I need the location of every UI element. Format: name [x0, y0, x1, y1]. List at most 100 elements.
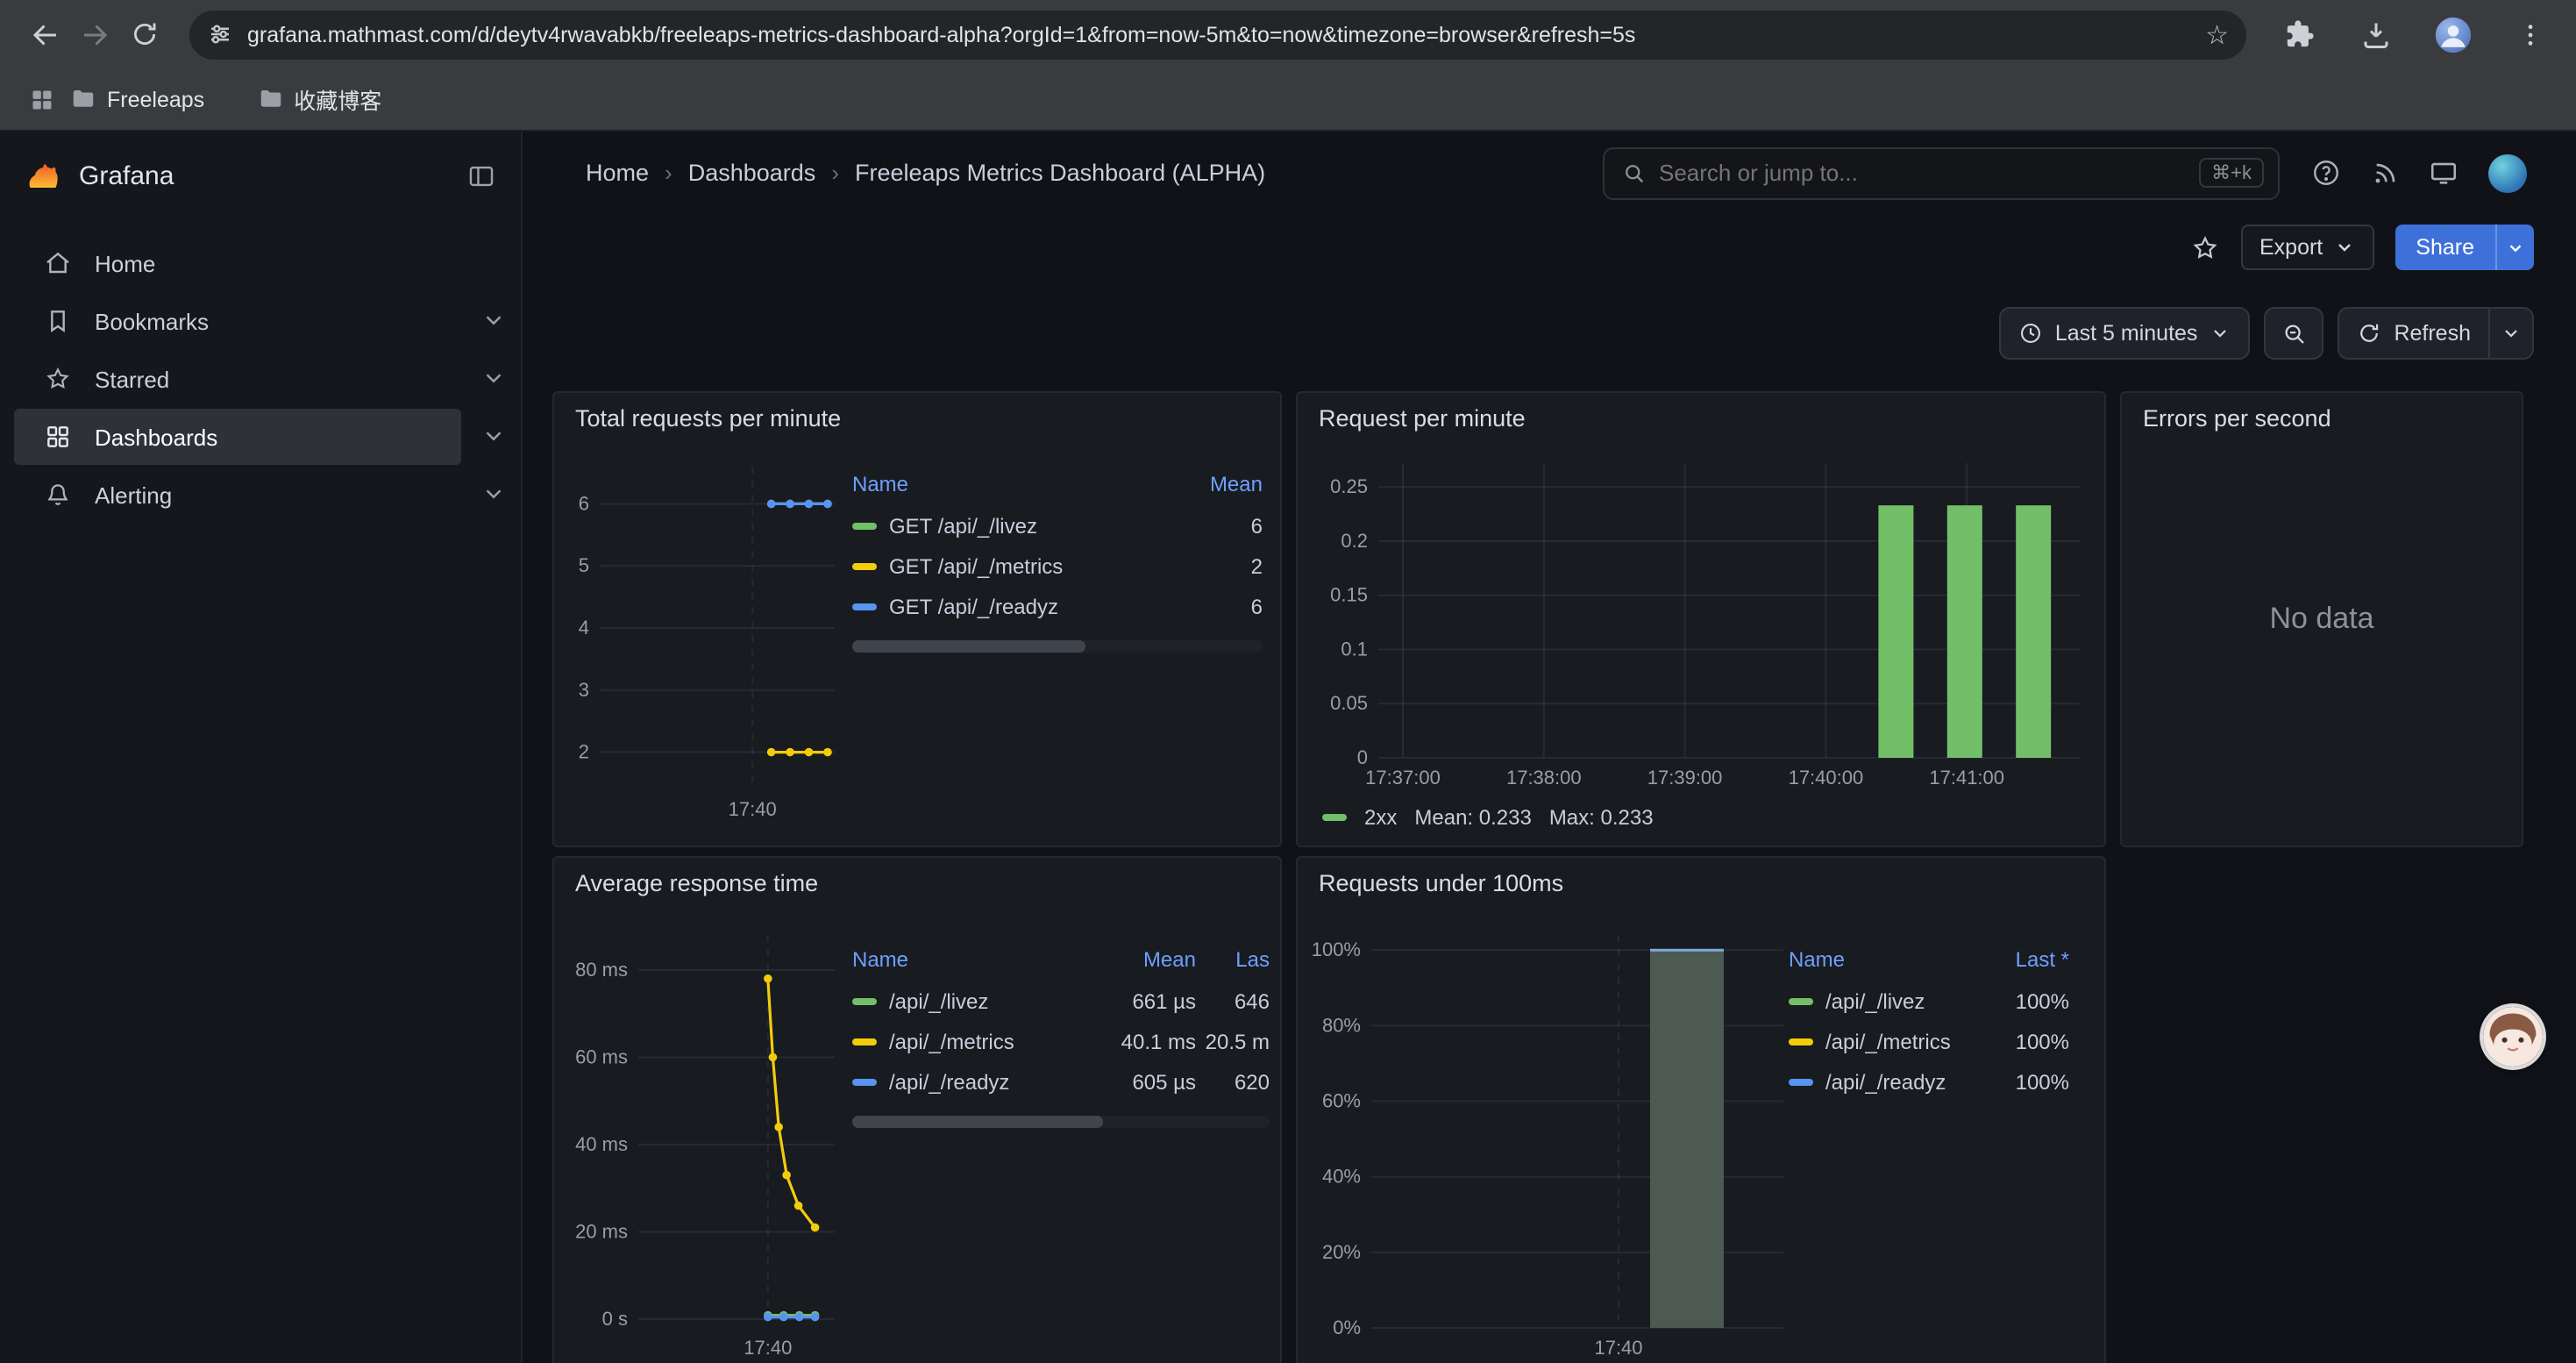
- breadcrumb-home[interactable]: Home: [586, 160, 649, 186]
- help-icon[interactable]: [2311, 158, 2341, 188]
- legend-series-last: 620: [1196, 1069, 1270, 1094]
- scrollbar-thumb[interactable]: [852, 640, 1086, 653]
- bookmark-freeleaps[interactable]: Freeleaps: [63, 81, 211, 118]
- refresh-button[interactable]: Refresh: [2338, 307, 2490, 360]
- legend-row[interactable]: /api/_/metrics 100%: [1789, 1021, 2069, 1061]
- legend-col-mean[interactable]: Mean: [1171, 472, 1263, 496]
- sidebar-item-starred[interactable]: Starred: [14, 351, 461, 407]
- chevron-down-icon[interactable]: [480, 365, 507, 391]
- chevron-down-icon[interactable]: [480, 307, 507, 333]
- url-bar[interactable]: grafana.mathmast.com/d/deytv4rwavabkb/fr…: [189, 10, 2246, 59]
- panel-title[interactable]: Requests under 100ms: [1319, 870, 1563, 896]
- chevron-down-icon[interactable]: [480, 423, 507, 449]
- legend-series-name[interactable]: GET /api/_/livez: [889, 513, 1037, 538]
- response-time-line-chart[interactable]: 80 ms60 ms40 ms20 ms0 s17:40: [565, 921, 845, 1363]
- user-avatar[interactable]: [2488, 153, 2527, 192]
- svg-text:0.25: 0.25: [1330, 475, 1368, 497]
- url-text[interactable]: grafana.mathmast.com/d/deytv4rwavabkb/fr…: [247, 22, 2191, 46]
- legend-scrollbar[interactable]: [852, 640, 1263, 653]
- refresh-interval-caret[interactable]: [2488, 307, 2534, 360]
- panel-title[interactable]: Average response time: [575, 870, 818, 896]
- legend-series-name[interactable]: GET /api/_/readyz: [889, 594, 1058, 618]
- folder-icon: [257, 86, 283, 112]
- zoom-out-button[interactable]: [2264, 307, 2323, 360]
- legend-series-name[interactable]: /api/_/metrics: [889, 1029, 1014, 1053]
- request-per-minute-bar-chart[interactable]: 00.050.10.150.20.2517:37:0017:38:0017:39…: [1312, 449, 2090, 793]
- legend-series-name[interactable]: /api/_/livez: [1825, 988, 1925, 1013]
- bookmark-star-icon[interactable]: ☆: [2205, 18, 2229, 50]
- search-icon: [1622, 161, 1647, 185]
- floating-assistant-avatar[interactable]: [2483, 1007, 2543, 1067]
- legend-series-name[interactable]: GET /api/_/metrics: [889, 553, 1063, 578]
- share-menu-caret[interactable]: [2495, 225, 2534, 270]
- chevron-down-icon: [2210, 323, 2231, 344]
- legend-series-name[interactable]: /api/_/readyz: [1825, 1069, 1946, 1094]
- forward-icon[interactable]: [70, 10, 119, 59]
- panel-total-requests: Total requests per minute 6543217:40 Nam…: [552, 391, 1282, 847]
- legend-row[interactable]: /api/_/readyz 100%: [1789, 1061, 2069, 1102]
- legend-row[interactable]: /api/_/livez 661 µs 646: [852, 981, 1270, 1021]
- legend-col-last[interactable]: Las: [1196, 947, 1270, 972]
- legend-series-mean: 605 µs: [1091, 1069, 1196, 1094]
- breadcrumb-dashboards[interactable]: Dashboards: [688, 160, 816, 186]
- legend-series-name[interactable]: /api/_/readyz: [889, 1069, 1009, 1094]
- legend-series-name[interactable]: /api/_/livez: [889, 988, 988, 1013]
- sidebar-item-home[interactable]: Home: [14, 235, 461, 291]
- legend-scrollbar[interactable]: [852, 1116, 1270, 1128]
- download-icon[interactable]: [2352, 10, 2401, 59]
- legend-col-name[interactable]: Name: [852, 947, 1091, 972]
- sidebar-item-dashboards[interactable]: Dashboards: [14, 409, 461, 465]
- search-input[interactable]: [1659, 160, 2199, 186]
- kiosk-monitor-icon[interactable]: [2429, 158, 2459, 188]
- panel-title[interactable]: Request per minute: [1319, 405, 1526, 432]
- scrollbar-thumb[interactable]: [852, 1116, 1103, 1128]
- time-controls: Last 5 minutes Refresh: [1999, 307, 2534, 360]
- legend-col-name[interactable]: Name: [852, 472, 1171, 496]
- profile-avatar[interactable]: [2429, 10, 2478, 59]
- legend-col-last[interactable]: Last *: [1978, 947, 2069, 972]
- legend-row[interactable]: GET /api/_/readyz 6: [852, 586, 1263, 626]
- legend-series-name[interactable]: /api/_/metrics: [1825, 1029, 1951, 1053]
- panel-legend: Name Mean Las /api/_/livez 661 µs 646 /a…: [852, 938, 1270, 1128]
- sidebar-item-bookmarks[interactable]: Bookmarks: [14, 293, 461, 349]
- export-button[interactable]: Export: [2240, 225, 2373, 270]
- search-box[interactable]: ⌘+k: [1603, 146, 2280, 199]
- sidebar-item-alerting[interactable]: Alerting: [14, 467, 461, 523]
- legend-series-last: 20.5 m: [1196, 1029, 1270, 1053]
- panel-legend: 2xx Mean: 0.233 Max: 0.233: [1322, 805, 1654, 830]
- legend-col-name[interactable]: Name: [1789, 947, 1978, 972]
- site-info-icon[interactable]: [207, 21, 233, 47]
- legend-row[interactable]: /api/_/metrics 40.1 ms 20.5 m: [852, 1021, 1270, 1061]
- browser-toolbar: grafana.mathmast.com/d/deytv4rwavabkb/fr…: [0, 0, 2576, 68]
- bookmark-blog[interactable]: 收藏博客: [250, 77, 388, 121]
- series-color-chip: [852, 1078, 877, 1085]
- legend-row[interactable]: GET /api/_/livez 6: [852, 505, 1263, 546]
- series-color-chip: [1789, 997, 1813, 1004]
- legend-row[interactable]: GET /api/_/metrics 2: [852, 546, 1263, 586]
- legend-series-name[interactable]: 2xx: [1364, 805, 1397, 830]
- legend-row[interactable]: /api/_/readyz 605 µs 620: [852, 1061, 1270, 1102]
- svg-text:0.1: 0.1: [1341, 638, 1368, 660]
- share-button[interactable]: Share: [2395, 225, 2495, 270]
- requests-under-100ms-bar-chart[interactable]: 100%80%60%40%20%0%17:40: [1312, 921, 1794, 1363]
- legend-row[interactable]: /api/_/livez 100%: [1789, 981, 2069, 1021]
- favorite-star-icon[interactable]: [2189, 232, 2219, 262]
- legend-col-mean[interactable]: Mean: [1091, 947, 1196, 972]
- reload-icon[interactable]: [119, 10, 168, 59]
- chevron-down-icon[interactable]: [480, 481, 507, 507]
- browser-menu-icon[interactable]: [2506, 10, 2555, 59]
- legend-series-value: 100%: [1978, 1069, 2069, 1094]
- sidebar-collapse-icon[interactable]: [466, 161, 496, 190]
- panel-title[interactable]: Total requests per minute: [575, 405, 841, 432]
- news-rss-icon[interactable]: [2371, 159, 2399, 187]
- series-color-chip: [852, 603, 877, 610]
- time-range-picker[interactable]: Last 5 minutes: [1999, 307, 2251, 360]
- svg-text:0.05: 0.05: [1330, 692, 1368, 714]
- extensions-icon[interactable]: [2274, 10, 2323, 59]
- grafana-app: Grafana Home Bookmarks Starred: [0, 132, 2576, 1363]
- total-requests-line-chart[interactable]: 6543217:40: [565, 453, 845, 824]
- dashboards-grid-icon: [44, 423, 72, 451]
- apps-grid-icon[interactable]: [21, 78, 63, 120]
- back-icon[interactable]: [21, 10, 70, 59]
- svg-text:5: 5: [579, 554, 589, 576]
